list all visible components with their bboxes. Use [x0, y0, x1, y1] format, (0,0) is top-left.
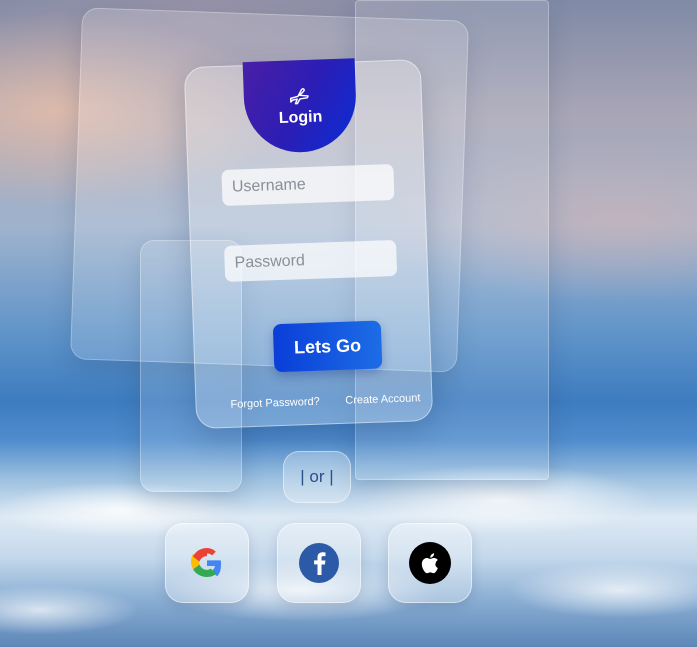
or-divider: | or |	[283, 451, 351, 503]
login-card: Login Lets Go Forgot Password? Create Ac…	[183, 58, 434, 430]
account-links: Forgot Password? Create Account	[230, 392, 420, 411]
or-divider-label: | or |	[300, 467, 334, 486]
create-account-link[interactable]: Create Account	[345, 392, 421, 407]
forgot-password-link[interactable]: Forgot Password?	[230, 396, 320, 411]
apple-icon	[409, 542, 451, 584]
airplane-icon	[290, 88, 309, 105]
facebook-icon	[299, 543, 339, 583]
login-badge: Login	[242, 58, 358, 155]
login-title: Login	[278, 108, 323, 127]
username-input[interactable]	[221, 163, 395, 206]
google-icon	[191, 548, 221, 577]
apple-login-button[interactable]	[388, 523, 472, 603]
google-login-button[interactable]	[165, 523, 249, 603]
lets-go-button[interactable]: Lets Go	[272, 320, 383, 373]
password-input[interactable]	[224, 239, 398, 282]
facebook-login-button[interactable]	[277, 523, 361, 603]
